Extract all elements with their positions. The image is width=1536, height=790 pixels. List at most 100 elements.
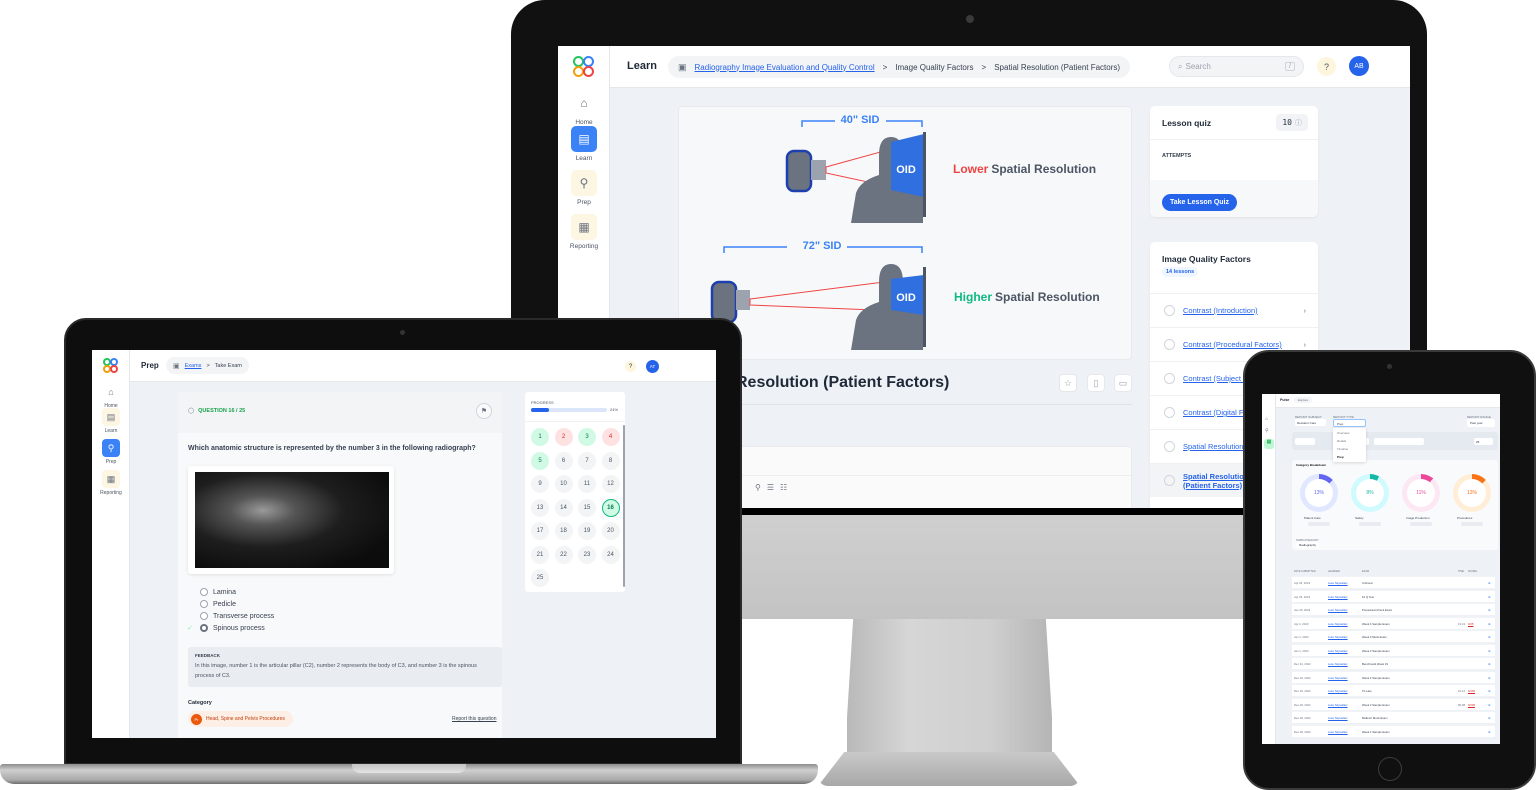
column-header[interactable]: TIME: [1458, 570, 1464, 573]
report-type-select[interactable]: Prep: [1333, 419, 1366, 427]
breadcrumb-module[interactable]: Image Quality Factors: [895, 63, 973, 72]
question-nav-17[interactable]: 17: [531, 522, 549, 540]
question-nav-12[interactable]: 12: [601, 475, 620, 493]
notes-editor[interactable]: ⚲☰☷: [736, 446, 1132, 508]
question-nav-23[interactable]: 23: [578, 545, 596, 564]
report-range-select[interactable]: Past year: [1467, 419, 1495, 427]
question-nav-7[interactable]: 7: [578, 451, 596, 470]
pulse-icon[interactable]: ▦: [1264, 439, 1274, 449]
view-details-icon[interactable]: ⊕: [1488, 730, 1490, 734]
avatar[interactable]: AB: [1349, 56, 1369, 76]
question-nav-11[interactable]: 11: [578, 475, 596, 493]
breadcrumb-course-link[interactable]: Radiography Image Evaluation and Quality…: [695, 63, 875, 72]
table-row[interactable]: Jan 1, 2023 Luke Skywalker Week 3 Mock Exa…: [1292, 630, 1495, 642]
help-button[interactable]: ?: [1317, 57, 1336, 76]
flag-button[interactable]: ⚑: [476, 403, 492, 419]
view-details-icon[interactable]: ⊕: [1488, 716, 1490, 720]
cell-learner-link[interactable]: Luke Skywalker: [1328, 635, 1348, 639]
table-row[interactable]: Dec 31, 2022 Luke Skywalker Benchmark Week…: [1292, 657, 1495, 669]
table-row[interactable]: Jan 1, 2023 Luke Skywalker Week 3 Sample E…: [1292, 643, 1495, 656]
question-nav-18[interactable]: 18: [554, 522, 573, 540]
column-header[interactable]: EXAM: [1362, 570, 1369, 573]
question-nav-25[interactable]: 25: [531, 569, 549, 587]
question-nav-21[interactable]: 21: [531, 545, 549, 564]
bookmark-button[interactable]: ▯: [1087, 374, 1105, 392]
sidebar-item-home[interactable]: ⌂ Home: [96, 383, 126, 409]
question-nav-16[interactable]: 16: [601, 498, 620, 517]
favorite-button[interactable]: ☆: [1059, 374, 1077, 392]
question-nav-14[interactable]: 14: [554, 498, 573, 517]
cell-learner-link[interactable]: Luke Skywalker: [1328, 649, 1348, 653]
view-details-icon[interactable]: ⊕: [1488, 662, 1490, 666]
view-details-icon[interactable]: ⊕: [1488, 689, 1490, 693]
sidebar-item-prep[interactable]: ⚲ Prep: [564, 170, 604, 206]
answer-option[interactable]: Pedicle: [200, 600, 236, 608]
view-details-icon[interactable]: ⊕: [1488, 676, 1490, 680]
question-nav-2[interactable]: 2: [554, 428, 573, 446]
view-details-icon[interactable]: ⊕: [1488, 649, 1490, 653]
table-row[interactable]: Jan 18, 2023 Luke Skywalker Procedural Che…: [1292, 603, 1495, 615]
take-lesson-quiz-button[interactable]: Take Lesson Quiz: [1162, 194, 1237, 211]
cell-learner-link[interactable]: Luke Skywalker: [1328, 622, 1348, 626]
page-size-select[interactable]: 25: [1474, 438, 1493, 445]
column-header[interactable]: DATE SUBMITTED: [1294, 570, 1316, 573]
report-subject-select[interactable]: Resident Care: [1295, 419, 1326, 426]
column-header[interactable]: LEARNER: [1328, 570, 1340, 573]
question-nav-9[interactable]: 9: [531, 475, 549, 493]
dropdown-option[interactable]: Overview: [1337, 431, 1350, 435]
answer-option[interactable]: Lamina: [200, 588, 236, 596]
view-details-icon[interactable]: ⊕: [1488, 703, 1490, 707]
dropdown-option[interactable]: Details: [1337, 439, 1346, 443]
radio-button[interactable]: [200, 588, 208, 596]
view-details-icon[interactable]: ⊕: [1488, 581, 1490, 585]
table-row[interactable]: Apr 2, 2023 Luke Skywalker Week 4 Sample E…: [1292, 616, 1495, 629]
question-nav-6[interactable]: 6: [554, 451, 573, 470]
radiograph-image[interactable]: [195, 472, 389, 568]
table-row[interactable]: Apr 18, 2023 Luke Skywalker 10 Q Test ⊕: [1292, 589, 1495, 602]
radio-button[interactable]: [200, 612, 208, 620]
question-nav-4[interactable]: 4: [601, 428, 620, 446]
prep-icon[interactable]: ⚲: [1265, 428, 1273, 436]
scrollbar[interactable]: [623, 425, 625, 587]
sidebar-item-learn[interactable]: ▤ Learn: [564, 126, 604, 162]
view-details-icon[interactable]: ⊕: [1488, 608, 1490, 612]
answer-option-selected[interactable]: Spinous process: [200, 624, 265, 632]
question-nav-22[interactable]: 22: [554, 545, 573, 564]
cell-learner-link[interactable]: Luke Skywalker: [1328, 662, 1348, 666]
cell-learner-link[interactable]: Luke Skywalker: [1328, 608, 1348, 612]
view-details-icon[interactable]: ⊕: [1488, 622, 1490, 626]
view-details-icon[interactable]: ⊕: [1488, 595, 1490, 599]
table-row[interactable]: Dec 29, 2022 Luke Skywalker Week 2 Sample …: [1292, 670, 1495, 683]
question-nav-24[interactable]: 24: [601, 545, 620, 564]
dropdown-option[interactable]: Timeline: [1337, 447, 1348, 451]
breadcrumb-exams-link[interactable]: Exams: [185, 363, 202, 369]
cell-learner-link[interactable]: Luke Skywalker: [1328, 689, 1348, 693]
column-header[interactable]: SCORE: [1468, 570, 1477, 573]
sidebar-item-home[interactable]: ⌂ Home: [564, 90, 604, 126]
report-question-link[interactable]: Report this question: [452, 716, 496, 722]
sidebar-item-reporting[interactable]: ▦ Reporting: [96, 470, 126, 496]
question-nav-15[interactable]: 15: [578, 498, 596, 517]
cell-learner-link[interactable]: Luke Skywalker: [1328, 581, 1348, 585]
lesson-list-item[interactable]: Contrast (Introduction) ›: [1150, 293, 1318, 327]
question-nav-5[interactable]: 5: [531, 451, 549, 470]
help-button[interactable]: ?: [625, 361, 636, 372]
table-row[interactable]: Apr 18, 2023 Luke Skywalker Untimed ⊕: [1292, 576, 1495, 588]
question-nav-13[interactable]: 13: [531, 498, 549, 517]
dropdown-option-selected[interactable]: Prep: [1337, 455, 1344, 459]
cell-learner-link[interactable]: Luke Skywalker: [1328, 676, 1348, 680]
question-nav-20[interactable]: 20: [601, 522, 620, 540]
cell-learner-link[interactable]: Luke Skywalker: [1328, 716, 1348, 720]
radio-button-selected[interactable]: [200, 624, 208, 632]
lesson-link[interactable]: Contrast (Procedural Factors): [1183, 340, 1282, 349]
table-row[interactable]: Dec 28, 2022 Luke Skywalker Midterm Mock E…: [1292, 711, 1495, 723]
sidebar-item-reporting[interactable]: ▦ Reporting: [564, 214, 604, 250]
lesson-link[interactable]: Contrast (Introduction): [1183, 306, 1258, 315]
question-nav-8[interactable]: 8: [601, 451, 620, 470]
question-nav-3[interactable]: 3: [578, 428, 596, 446]
table-row[interactable]: Dec 29, 2022 Luke Skywalker Tri-Late 01:12 0…: [1292, 684, 1495, 696]
view-details-icon[interactable]: ⊕: [1488, 635, 1490, 639]
breadcrumb[interactable]: Explore: [1294, 397, 1313, 403]
bullet-list-icon[interactable]: ☰: [767, 483, 780, 492]
sidebar-item-learn[interactable]: ▤ Learn: [96, 408, 126, 434]
